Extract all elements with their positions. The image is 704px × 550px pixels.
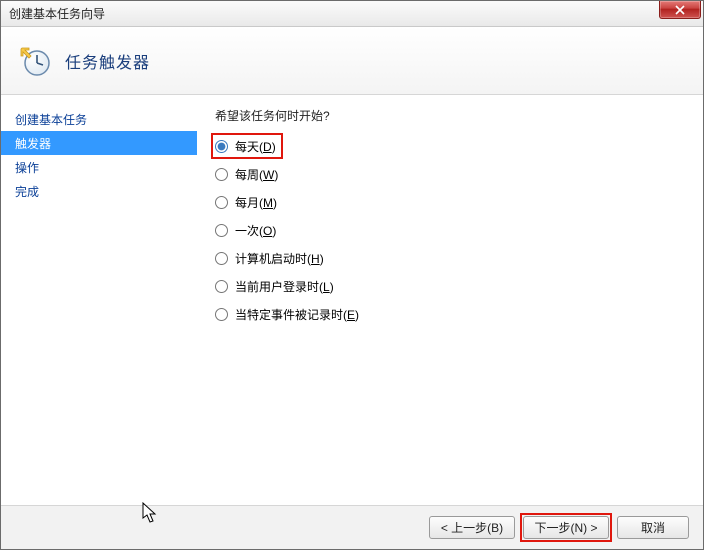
- radio-logon[interactable]: [215, 280, 228, 293]
- clock-icon: [19, 45, 51, 77]
- trigger-prompt: 希望该任务何时开始?: [215, 107, 703, 124]
- step-finish[interactable]: 完成: [1, 179, 197, 203]
- page-title: 任务触发器: [65, 49, 150, 73]
- label-weekly: 每周(W): [235, 166, 278, 183]
- radio-monthly[interactable]: [215, 196, 228, 209]
- label-event: 当特定事件被记录时(E): [235, 306, 359, 323]
- close-icon: [675, 5, 685, 15]
- wizard-header: 任务触发器: [1, 27, 703, 95]
- radio-event[interactable]: [215, 308, 228, 321]
- wizard-content: 希望该任务何时开始? 每天(D) 每周(W) 每月(M) 一: [197, 95, 703, 505]
- window-title: 创建基本任务向导: [9, 5, 105, 22]
- label-daily: 每天(D): [235, 138, 276, 155]
- radio-weekly[interactable]: [215, 168, 228, 181]
- trigger-option-monthly[interactable]: 每月(M): [215, 194, 703, 211]
- step-action[interactable]: 操作: [1, 155, 197, 179]
- wizard-body: 创建基本任务 触发器 操作 完成 希望该任务何时开始? 每天(D) 每周(W): [1, 95, 703, 505]
- close-button[interactable]: [659, 1, 701, 19]
- titlebar: 创建基本任务向导: [1, 1, 703, 27]
- trigger-option-weekly[interactable]: 每周(W): [215, 166, 703, 183]
- label-logon: 当前用户登录时(L): [235, 278, 334, 295]
- trigger-option-daily[interactable]: 每天(D): [215, 138, 703, 155]
- trigger-option-event[interactable]: 当特定事件被记录时(E): [215, 306, 703, 323]
- back-button[interactable]: < 上一步(B): [429, 516, 515, 539]
- cancel-button[interactable]: 取消: [617, 516, 689, 539]
- step-trigger[interactable]: 触发器: [1, 131, 197, 155]
- trigger-options: 每天(D) 每周(W) 每月(M) 一次(O) 计算机启动时(H): [215, 138, 703, 323]
- trigger-option-logon[interactable]: 当前用户登录时(L): [215, 278, 703, 295]
- trigger-option-startup[interactable]: 计算机启动时(H): [215, 250, 703, 267]
- trigger-option-once[interactable]: 一次(O): [215, 222, 703, 239]
- step-create-basic-task[interactable]: 创建基本任务: [1, 107, 197, 131]
- label-startup: 计算机启动时(H): [235, 250, 324, 267]
- label-monthly: 每月(M): [235, 194, 277, 211]
- wizard-window: 创建基本任务向导 任务触发器: [0, 0, 704, 550]
- radio-startup[interactable]: [215, 252, 228, 265]
- label-once: 一次(O): [235, 222, 276, 239]
- next-button[interactable]: 下一步(N) >: [523, 516, 609, 539]
- radio-once[interactable]: [215, 224, 228, 237]
- wizard-steps-sidebar: 创建基本任务 触发器 操作 完成: [1, 95, 197, 505]
- radio-daily[interactable]: [215, 140, 228, 153]
- wizard-footer: < 上一步(B) 下一步(N) > 取消: [1, 505, 703, 549]
